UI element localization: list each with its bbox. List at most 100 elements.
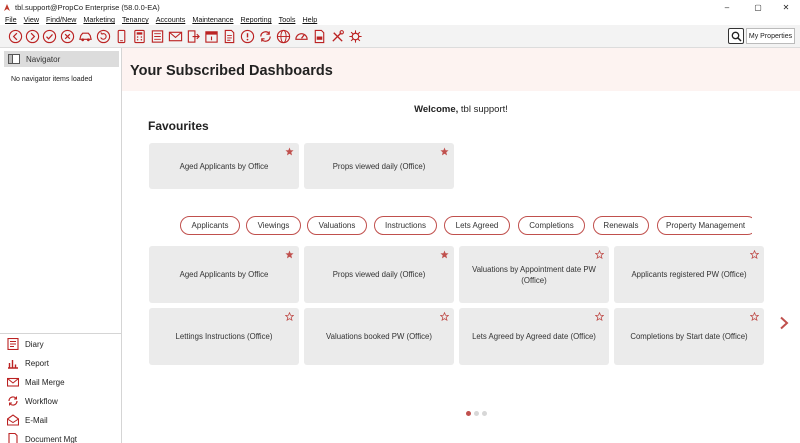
menu-tenancy[interactable]: Tenancy [122,15,149,24]
menu-accounts[interactable]: Accounts [156,15,186,24]
document-mgt-icon [6,433,19,443]
dashboard-card[interactable]: Props viewed daily (Office) [304,246,454,303]
my-properties-button[interactable]: My Properties [746,28,795,44]
pager-dot[interactable] [482,411,487,416]
tab-viewings[interactable]: Viewings [246,216,301,235]
virus-icon[interactable] [347,28,363,44]
email-icon [6,414,19,427]
gauge-icon[interactable] [293,28,309,44]
menu-view[interactable]: View [24,15,39,24]
star-filled-icon[interactable] [285,250,294,259]
tab-valuations[interactable]: Valuations [307,216,367,235]
tab-lets-agreed[interactable]: Lets Agreed [444,216,510,235]
mail-icon[interactable] [167,28,183,44]
sidebar-item-report[interactable]: Report [6,354,49,372]
mobile-icon[interactable] [113,28,129,44]
maximize-button[interactable]: ▢ [744,0,772,14]
close-button[interactable]: ✕ [772,0,800,14]
card-label: Completions by Start date (Office) [630,332,748,341]
app-logo-icon [4,3,10,11]
search-button[interactable] [728,28,744,44]
sidebar-item-diary[interactable]: Diary [6,335,44,353]
check-icon[interactable] [41,28,57,44]
dashboard-card[interactable]: Valuations booked PW (Office) [304,308,454,365]
star-filled-icon[interactable] [285,147,294,156]
pager-dot[interactable] [474,411,479,416]
tools-icon[interactable] [329,28,345,44]
next-page-arrow-icon[interactable] [778,316,790,330]
calendar-icon[interactable] [203,28,219,44]
star-filled-icon[interactable] [440,147,449,156]
menu-find-new[interactable]: Find/New [46,15,76,24]
workflow-icon [6,395,19,408]
pdf-icon[interactable] [311,28,327,44]
star-outline-icon[interactable] [750,250,759,259]
report-icon [6,357,19,370]
dashboard-card[interactable]: Valuations by Appointment date PW (Offic… [459,246,609,303]
star-outline-icon[interactable] [285,312,294,321]
favourite-card[interactable]: Props viewed daily (Office) [304,143,454,189]
list-icon[interactable] [149,28,165,44]
minimize-button[interactable]: – [713,0,741,14]
sidebar-item-email[interactable]: E-Mail [6,411,48,429]
sidebar-item-label: Report [25,358,50,368]
menu-file[interactable]: File [5,15,17,24]
favourites-heading: Favourites [148,119,209,133]
toolbar: My Properties [0,25,800,48]
menu-marketing[interactable]: Marketing [83,15,115,24]
tab-property-management[interactable]: Property Management [657,216,752,235]
navigator-icon [8,54,20,64]
sidebar: Navigator No navigator items loaded Diar… [0,48,122,443]
card-label: Lets Agreed by Agreed date (Office) [472,332,596,341]
favourite-card[interactable]: Aged Applicants by Office [149,143,299,189]
star-outline-icon[interactable] [595,312,604,321]
dashboard-card[interactable]: Lettings Instructions (Office) [149,308,299,365]
search-icon [731,31,742,42]
welcome-message: Welcome, tbl support! [122,104,800,115]
card-label: Aged Applicants by Office [179,161,269,171]
window-titlebar: tbl.support@PropCo Enterprise (58.0.0-EA… [0,0,800,14]
globe-icon[interactable] [275,28,291,44]
sidebar-item-document-mgt[interactable]: Document Mgt [6,430,77,443]
menu-help[interactable]: Help [302,15,317,24]
tab-completions[interactable]: Completions [518,216,585,235]
tab-applicants[interactable]: Applicants [180,216,240,235]
menu-reporting[interactable]: Reporting [240,15,271,24]
car-icon[interactable] [77,28,93,44]
diary-icon [6,338,19,351]
navigator-header[interactable]: Navigator [4,51,119,67]
sidebar-item-workflow[interactable]: Workflow [6,392,58,410]
menu-tools[interactable]: Tools [279,15,296,24]
sidebar-shortcuts: Diary Report Mail Merge Workflow E-Mail … [0,333,121,443]
card-label: Valuations by Appointment date PW (Offic… [472,264,596,285]
card-label: Valuations booked PW (Office) [326,332,432,341]
refresh-icon[interactable] [95,28,111,44]
sidebar-item-label: E-Mail [25,415,48,425]
exit-icon[interactable] [185,28,201,44]
dashboard-card[interactable]: Lets Agreed by Agreed date (Office) [459,308,609,365]
star-outline-icon[interactable] [440,312,449,321]
sync-icon[interactable] [257,28,273,44]
pager-dot-active[interactable] [466,411,471,416]
main-content: Your Subscribed Dashboards Welcome, tbl … [122,48,800,443]
welcome-prefix: Welcome, [414,104,459,115]
cancel-icon[interactable] [59,28,75,44]
category-tabs: Applicants Viewings Valuations Instructi… [180,216,752,236]
star-outline-icon[interactable] [595,250,604,259]
alert-icon[interactable] [239,28,255,44]
dashboard-card[interactable]: Completions by Start date (Office) [614,308,764,365]
tab-instructions[interactable]: Instructions [374,216,437,235]
document-icon[interactable] [221,28,237,44]
tab-renewals[interactable]: Renewals [593,216,649,235]
menu-maintenance[interactable]: Maintenance [192,15,233,24]
forward-icon[interactable] [24,28,40,44]
star-filled-icon[interactable] [440,250,449,259]
calculator-icon[interactable] [131,28,147,44]
sidebar-item-mail-merge[interactable]: Mail Merge [6,373,65,391]
dashboard-card[interactable]: Applicants registered PW (Office) [614,246,764,303]
window-title: tbl.support@PropCo Enterprise (58.0.0-EA… [15,2,160,12]
back-icon[interactable] [7,28,23,44]
dashboard-card[interactable]: Aged Applicants by Office [149,246,299,303]
card-label: Lettings Instructions (Office) [175,332,273,341]
star-outline-icon[interactable] [750,312,759,321]
